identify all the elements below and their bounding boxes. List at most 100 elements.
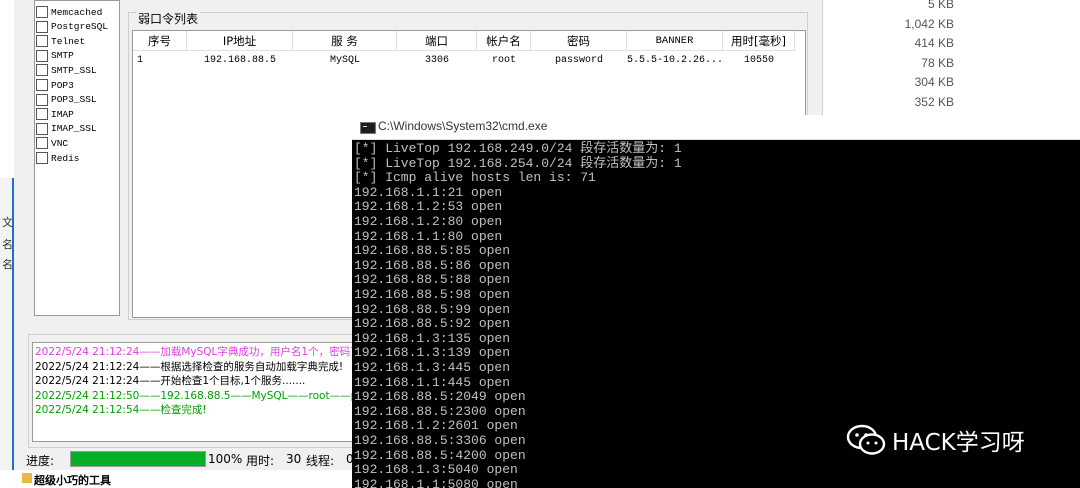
protocol-label: PostgreSQL	[51, 21, 109, 33]
protocol-checkbox[interactable]	[36, 152, 48, 164]
column-header[interactable]: 序号	[133, 31, 187, 51]
folder-name: 超级小巧的工具	[34, 474, 111, 487]
protocol-checkbox[interactable]	[36, 20, 48, 33]
cmd-line: 192.168.1.1:80 open	[354, 228, 503, 244]
cmd-line: 192.168.1.2:80 open	[354, 214, 503, 229]
progress-bar-fill	[71, 452, 205, 466]
cmd-line: 192.168.88.5:88 open	[354, 272, 511, 288]
protocol-label: Memcached	[51, 6, 103, 18]
file-size: 414 KB	[914, 36, 954, 50]
log-line: 2022/5/24 21:12:24——根据选择检查的服务自动加载字典完成!	[35, 360, 344, 373]
cmd-line: 192.168.1.1:21 open	[354, 184, 503, 200]
protocol-item[interactable]: PostgreSQL	[36, 20, 108, 34]
explorer-file-list: 5 KB 1,042 KB 414 KB 78 KB 304 KB 352 KB	[820, 0, 1080, 120]
cmd-title: C:\Windows\System32\cmd.exe	[378, 119, 548, 133]
column-header[interactable]: IP地址	[187, 31, 293, 51]
protocol-item[interactable]: Redis	[36, 151, 80, 165]
log-line: 2022/5/24 21:12:24——开始检查1个目标,1个服务.......	[35, 375, 306, 388]
table-cell: root	[491, 55, 516, 66]
watermark: HACK学习呀	[846, 423, 1025, 457]
protocol-item[interactable]: IMAP_SSL	[36, 122, 97, 136]
table-cell: MySQL	[329, 55, 360, 66]
column-header[interactable]: 密码	[531, 31, 627, 51]
cmd-line: 192.168.1.3:5040 open	[354, 462, 518, 478]
log-output[interactable]: 2022/5/24 21:12:24——加载MySQL字典成功，用户名1个，密码…	[32, 342, 356, 442]
wechat-icon	[846, 424, 886, 455]
cmd-line: 192.168.1.3:445 open	[354, 360, 511, 375]
column-header[interactable]: 用时[毫秒]	[723, 31, 795, 51]
protocol-label: POP3_SSL	[51, 94, 97, 106]
protocol-label: Telnet	[51, 35, 86, 47]
cmd-line: 192.168.1.1:5080 open	[354, 476, 518, 488]
column-header[interactable]: 服 务	[293, 31, 397, 51]
threads-label: 线程:	[306, 454, 335, 468]
file-size: 352 KB	[914, 94, 954, 109]
cmd-line: 192.168.1.3:135 open	[354, 330, 511, 346]
cmd-icon	[360, 122, 376, 134]
cmd-line: 192.168.88.5:3306 open	[354, 433, 526, 448]
folder-row[interactable]: 超级小巧的工具	[0, 470, 360, 488]
cmd-line: [*] LiveTop 192.168.254.0/24 段存活数量为: 1	[354, 155, 682, 171]
elapsed-value: 30	[286, 452, 302, 466]
cmd-line: 192.168.88.5:4200 open	[354, 447, 526, 463]
weak-password-group-title: 弱口令列表	[136, 10, 201, 27]
column-header[interactable]: 端口	[397, 31, 477, 51]
file-size: 304 KB	[914, 75, 954, 89]
protocol-checkbox[interactable]	[36, 108, 48, 121]
protocol-label: VNC	[51, 137, 69, 149]
protocol-label: SMTP_SSL	[51, 64, 97, 76]
elapsed-label: 用时:	[246, 454, 275, 468]
file-size: 5 KB	[927, 0, 954, 11]
protocol-item[interactable]: SMTP_SSL	[36, 63, 97, 77]
protocol-checkbox[interactable]	[36, 49, 48, 62]
cmd-line: 192.168.88.5:2049 open	[354, 389, 526, 405]
protocol-label: IMAP_SSL	[51, 123, 97, 135]
table-cell: 192.168.88.5	[203, 55, 276, 66]
protocol-item[interactable]: POP3_SSL	[36, 93, 97, 107]
cmd-line: 192.168.88.5:99 open	[354, 301, 511, 317]
protocol-item[interactable]: IMAP	[36, 107, 74, 121]
column-header[interactable]: BANNER	[627, 31, 723, 51]
protocol-item[interactable]: SMTP	[36, 49, 74, 63]
protocol-checkbox[interactable]	[36, 93, 48, 106]
cmd-line: 192.168.1.1:445 open	[354, 374, 511, 390]
table-cell: 5.5.5-10.2.26...	[627, 55, 723, 66]
cmd-line: 192.168.88.5:98 open	[354, 287, 511, 302]
strip-label: 名	[2, 258, 13, 271]
protocol-checkbox[interactable]	[36, 79, 48, 91]
protocol-label: Redis	[51, 152, 80, 164]
table-cell: 1	[137, 55, 144, 66]
cmd-line: 192.168.88.5:2300 open	[354, 403, 526, 419]
file-size: 1,042 KB	[904, 16, 954, 31]
cmd-line: 192.168.1.2:53 open	[354, 199, 503, 215]
log-line: 2022/5/24 21:12:24——加载MySQL字典成功，用户名1个，密码…	[35, 346, 356, 358]
watermark-text: HACK学习呀	[892, 430, 1025, 456]
cmd-line: 192.168.88.5:92 open	[354, 316, 511, 332]
log-line: 2022/5/24 21:12:50——192.168.88.5——MySQL—…	[35, 389, 355, 402]
protocol-label: SMTP	[51, 50, 74, 62]
protocol-item[interactable]: Memcached	[36, 5, 102, 19]
cmd-title-bar[interactable]: C:\Windows\System32\cmd.exe	[352, 115, 1080, 140]
cmd-line: 192.168.88.5:86 open	[354, 257, 511, 273]
protocol-checkbox[interactable]	[36, 6, 48, 18]
protocol-label: IMAP	[51, 108, 74, 120]
strip-label: 文	[2, 216, 13, 229]
protocol-item[interactable]: VNC	[36, 136, 68, 150]
strip-label: 名	[2, 238, 13, 251]
protocol-checkbox[interactable]	[36, 122, 48, 135]
protocol-checkbox[interactable]	[36, 64, 48, 77]
cmd-line: 192.168.1.3:139 open	[354, 345, 511, 361]
protocol-item[interactable]: POP3	[36, 78, 74, 92]
table-cell: 10550	[743, 55, 774, 66]
protocol-checkbox[interactable]	[36, 35, 48, 48]
protocol-item[interactable]: Telnet	[36, 34, 85, 48]
folder-icon	[22, 473, 32, 483]
cmd-line: [*] LiveTop 192.168.249.0/24 段存活数量为: 1	[354, 141, 682, 156]
protocol-checkbox[interactable]	[36, 137, 48, 150]
cmd-line: [*] Icmp alive hosts len is: 71	[354, 170, 596, 186]
protocol-list[interactable]: Memcached PostgreSQL Telnet SMTP SMTP_SSL POP…	[34, 0, 120, 316]
table-cell: password	[554, 55, 603, 66]
cmd-line: 192.168.88.5:85 open	[354, 243, 511, 259]
table-cell: 3306	[424, 55, 449, 66]
column-header[interactable]: 帐户名	[477, 31, 531, 51]
